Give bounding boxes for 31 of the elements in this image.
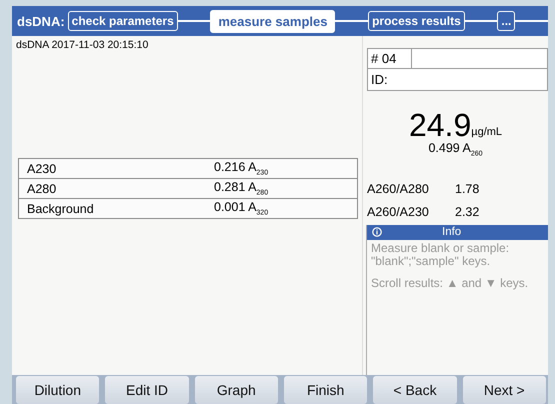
step-tab[interactable]: ... [497, 11, 516, 31]
step-tab[interactable]: process results [368, 11, 465, 31]
reading-name: A230 [26, 162, 58, 176]
info-title: Info [442, 226, 462, 238]
softkey-button[interactable]: Dilution [16, 376, 100, 404]
info-message: Measure blank or sample: "blank";"sample" keys. [371, 242, 510, 268]
absorbance-value: 0.499 A$_{260}$ [428, 141, 483, 158]
sample-id-field[interactable]: ID: [368, 69, 547, 90]
reading-name: A280 [26, 182, 58, 196]
step-tab[interactable]: check parameters [68, 11, 178, 31]
sample-number: # 04 [368, 49, 412, 68]
softkey-button[interactable]: Finish [284, 376, 368, 404]
ratio-name: A260/A280 [367, 182, 430, 196]
step-tab[interactable]: measure samples [210, 10, 336, 32]
concentration-value: 24.9 [408, 109, 472, 141]
reading-value: 0.001 A$_{320}$ [214, 200, 268, 217]
info-message: Scroll results: ▲ and ▼ keys. [371, 276, 530, 290]
ratio-value: 2.32 [455, 205, 480, 219]
ratio-value: 1.78 [455, 182, 480, 196]
concentration-unit: µg/mL [471, 126, 502, 138]
reading-name: Background [26, 202, 95, 216]
softkey-button[interactable]: Edit ID [105, 376, 189, 404]
reading-value: 0.281 A$_{280}$ [214, 180, 268, 197]
softkey-button[interactable]: < Back [373, 376, 457, 404]
timestamp: dsDNA 2017-11-03 20:15:10 [15, 38, 150, 53]
method-label: dsDNA: [17, 14, 65, 28]
info-icon [372, 227, 382, 237]
ratio-name: A260/A230 [367, 205, 430, 219]
reading-value: 0.216 A$_{230}$ [214, 160, 268, 177]
softkey-button[interactable]: Next > [462, 376, 546, 404]
softkey-button[interactable]: Graph [194, 376, 278, 404]
